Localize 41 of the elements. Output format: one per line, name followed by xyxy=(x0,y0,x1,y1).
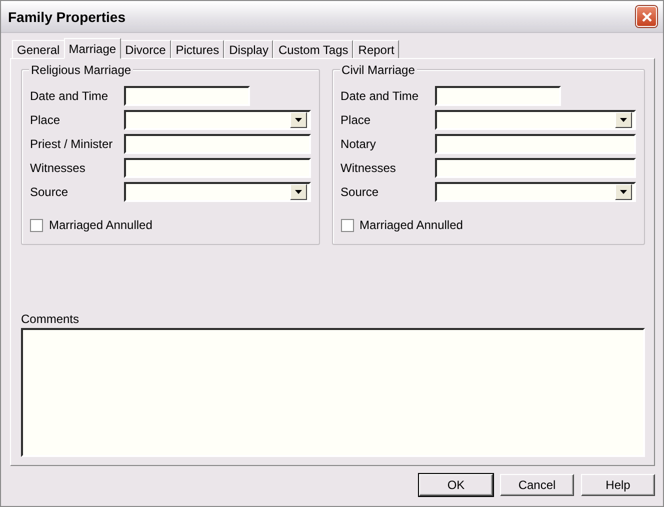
group-title: Religious Marriage xyxy=(29,63,134,77)
dropdown-field[interactable] xyxy=(434,182,636,202)
close-button[interactable] xyxy=(636,6,657,27)
field-label: Source xyxy=(340,185,380,199)
field-label: Witnesses xyxy=(30,161,86,175)
tab[interactable]: Display xyxy=(224,40,274,58)
input-field[interactable] xyxy=(124,134,311,154)
comments-field[interactable] xyxy=(21,328,645,457)
tab[interactable]: Divorce xyxy=(120,40,171,58)
checkbox[interactable] xyxy=(30,218,43,232)
comments-label: Comments xyxy=(21,312,80,326)
input-field[interactable] xyxy=(434,134,636,154)
tab[interactable]: Custom Tags xyxy=(273,40,354,58)
checkbox[interactable] xyxy=(340,218,354,232)
tab[interactable]: Pictures xyxy=(170,40,224,58)
input-field[interactable] xyxy=(124,86,250,106)
tab[interactable]: Marriage xyxy=(64,38,122,59)
checkbox-label: Marriaged Annulled xyxy=(49,218,152,232)
dialog-button[interactable]: Help xyxy=(581,474,655,496)
dialog-button[interactable]: OK xyxy=(419,474,493,496)
checkbox-label: Marriaged Annulled xyxy=(360,218,463,232)
dropdown-field[interactable] xyxy=(124,182,311,202)
field-label: Priest / Minister xyxy=(30,137,114,151)
dropdown-field[interactable] xyxy=(124,110,311,130)
field-label: Witnesses xyxy=(340,161,397,175)
field-label: Place xyxy=(30,113,62,127)
field-label: Place xyxy=(340,113,372,127)
dropdown-field[interactable] xyxy=(434,110,636,130)
field-label: Date and Time xyxy=(340,89,420,103)
close-icon xyxy=(640,10,652,22)
field-label: Source xyxy=(30,185,70,199)
input-field[interactable] xyxy=(434,86,561,106)
field-label: Date and Time xyxy=(30,89,110,103)
group-title: Civil Marriage xyxy=(340,63,417,77)
window-title: Family Properties xyxy=(8,8,126,24)
input-field[interactable] xyxy=(124,158,311,178)
tab[interactable]: General xyxy=(12,40,65,58)
input-field[interactable] xyxy=(434,158,636,178)
dialog-button[interactable]: Cancel xyxy=(500,474,574,496)
tab[interactable]: Report xyxy=(353,40,400,58)
field-label: Notary xyxy=(340,137,377,151)
